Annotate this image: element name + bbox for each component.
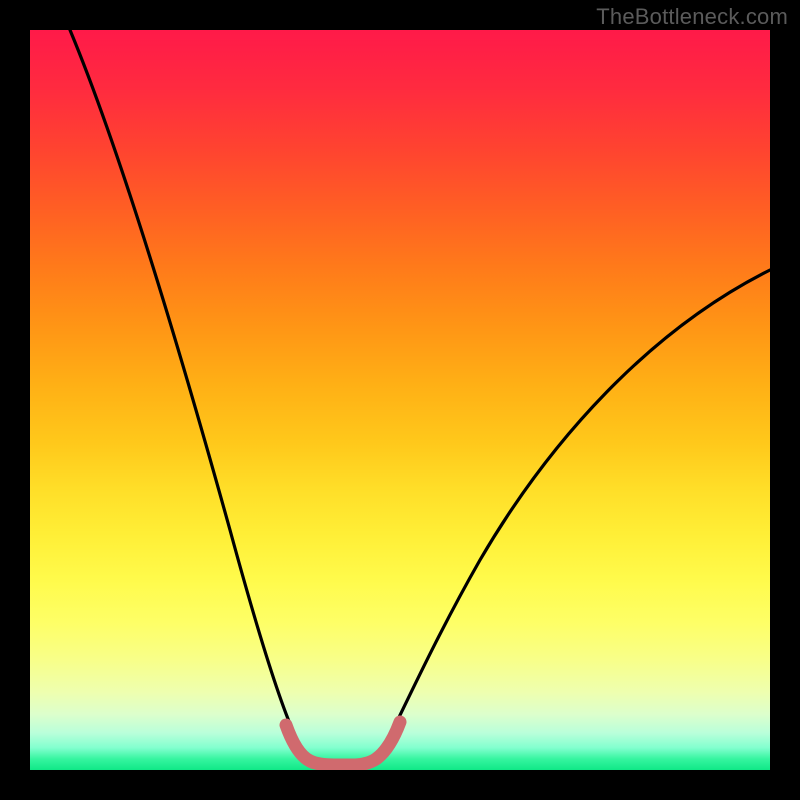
- curve-layer: [30, 30, 770, 770]
- watermark-text: TheBottleneck.com: [596, 4, 788, 30]
- chart-frame: TheBottleneck.com: [0, 0, 800, 800]
- plot-area: [30, 30, 770, 770]
- bottleneck-curve: [70, 30, 770, 763]
- optimal-zone-highlight: [286, 722, 400, 765]
